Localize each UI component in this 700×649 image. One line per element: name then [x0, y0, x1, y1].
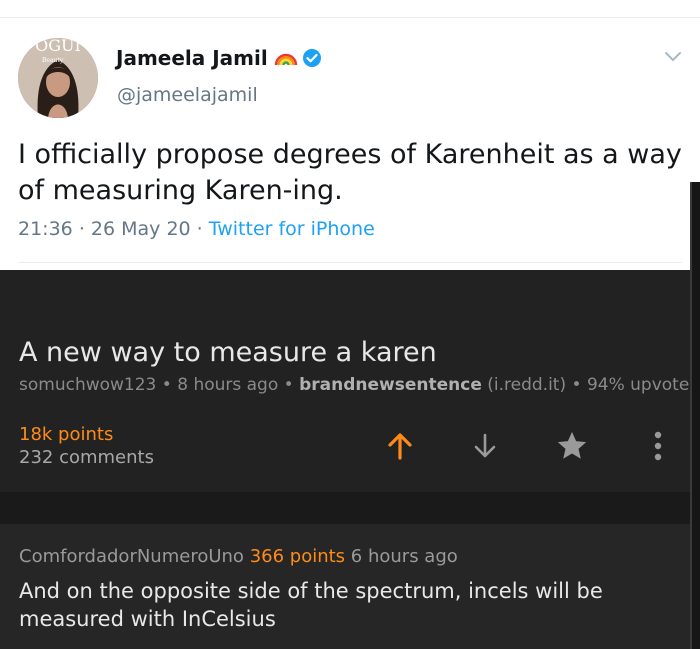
post-meta: somuchwow123 • 8 hours ago • brandnewsen…: [19, 375, 700, 395]
upvote-icon: [388, 433, 412, 460]
comment-body: And on the opposite side of the spectrum…: [19, 579, 603, 631]
rainbow-icon: [274, 53, 297, 66]
reddit-post: A new way to measure a karen somuchwow12…: [0, 270, 700, 492]
post-age: 8 hours ago: [177, 375, 279, 395]
avatar[interactable]: OGUI Beauty: [18, 38, 98, 118]
chevron-down-icon[interactable]: [664, 50, 682, 64]
post-points: 18k points: [19, 424, 114, 445]
comment-author[interactable]: ComfordadorNumeroUno: [19, 546, 244, 567]
tweet-source-link[interactable]: Twitter for iPhone: [209, 218, 375, 240]
comment: ComfordadorNumeroUno 366 points 6 hours …: [0, 524, 690, 649]
post-domain[interactable]: (i.redd.it): [487, 375, 566, 395]
star-icon: [557, 431, 587, 459]
verified-badge-icon: [302, 49, 321, 67]
tweet-time[interactable]: 21:36: [18, 218, 73, 240]
divider: [0, 17, 700, 18]
user-handle[interactable]: @jameelajamil: [117, 84, 258, 106]
post-author[interactable]: somuchwow123: [19, 375, 156, 395]
more-icon: [654, 431, 662, 461]
post-title[interactable]: A new way to measure a karen: [19, 337, 437, 368]
subreddit-link[interactable]: brandnewsentence: [299, 375, 482, 395]
downvote-button[interactable]: [467, 428, 503, 464]
section-gap: [0, 492, 700, 524]
meta-dot: •: [283, 375, 294, 395]
save-star-button[interactable]: [554, 428, 590, 464]
comment-score: 366 points: [249, 546, 346, 567]
downvote-icon: [474, 433, 496, 458]
tweet-meta: 21:36 · 26 May 20 · Twitter for iPhone: [18, 218, 375, 240]
more-options-button[interactable]: [640, 428, 676, 464]
meta-separator: ·: [196, 218, 203, 240]
meta-dot: •: [571, 375, 582, 395]
display-name[interactable]: Jameela Jamil: [116, 46, 322, 70]
meta-dot: •: [161, 375, 172, 395]
meta-separator: ·: [78, 218, 85, 240]
comment-header: ComfordadorNumeroUno 366 points 6 hours …: [19, 546, 458, 567]
tweet-date[interactable]: 26 May 20: [91, 218, 191, 240]
scrollbar[interactable]: [690, 182, 700, 649]
display-name-text: Jameela Jamil: [116, 46, 268, 70]
avatar-logo-subtext: Beauty: [42, 57, 64, 64]
divider: [18, 262, 682, 263]
tweet-text: I officially propose degrees of Karenhei…: [18, 139, 682, 206]
comments-link[interactable]: 232 comments: [19, 447, 154, 468]
avatar-logo-text: OGUI: [35, 38, 81, 55]
tweet-card: OGUI Beauty Jameela Jamil @jameelajamil …: [0, 0, 700, 270]
upvote-button[interactable]: [382, 428, 418, 464]
upvote-ratio: 94% upvoted: [586, 375, 700, 395]
comment-age: 6 hours ago: [350, 546, 458, 567]
